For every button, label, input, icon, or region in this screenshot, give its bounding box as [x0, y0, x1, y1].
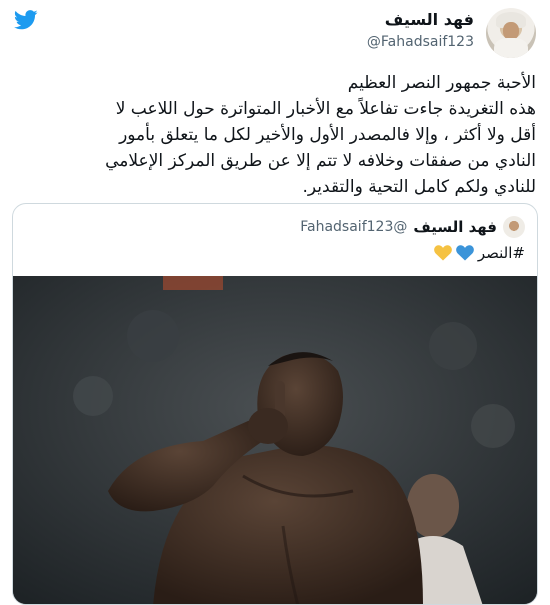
author-name[interactable]: فهد السيف: [385, 10, 474, 29]
quoted-tweet-text: #النصر: [434, 244, 525, 262]
quoted-tweet-header: فهد السيف @Fahadsaif123: [300, 216, 525, 238]
quoted-tweet-card[interactable]: فهد السيف @Fahadsaif123 #النصر: [12, 203, 538, 605]
quoted-author-handle[interactable]: @Fahadsaif123: [300, 219, 407, 235]
tweet-line: النادي من صفقات وخلافه لا تتم إلا عن طري…: [105, 151, 536, 171]
tweet-line: للنادي ولكم كامل التحية والتقدير.: [302, 177, 536, 197]
tweet-text: الأحبة جمهور النصر العظيم هذه التغريدة ج…: [16, 70, 536, 200]
yellow-heart-icon: [434, 245, 452, 261]
tweet-photo[interactable]: [13, 276, 537, 604]
hashtag-link[interactable]: #النصر: [478, 244, 525, 262]
author-handle[interactable]: @Fahadsaif123: [367, 34, 474, 50]
tweet-line: أقل ولا أكثر ، وإلا فالمصدر الأول والأخي…: [119, 125, 536, 145]
author-avatar[interactable]: [486, 8, 536, 58]
blue-heart-icon: [456, 245, 474, 261]
tweet-line: هذه التغريدة جاءت تفاعلاً مع الأخبار الم…: [115, 99, 536, 119]
player-shush-photo: [13, 276, 537, 604]
quoted-author-avatar[interactable]: [503, 216, 525, 238]
twitter-bird-icon[interactable]: [14, 10, 38, 30]
quoted-author-name[interactable]: فهد السيف: [413, 218, 497, 236]
avatar-body: [494, 38, 528, 58]
tweet-line: الأحبة جمهور النصر العظيم: [347, 73, 536, 93]
